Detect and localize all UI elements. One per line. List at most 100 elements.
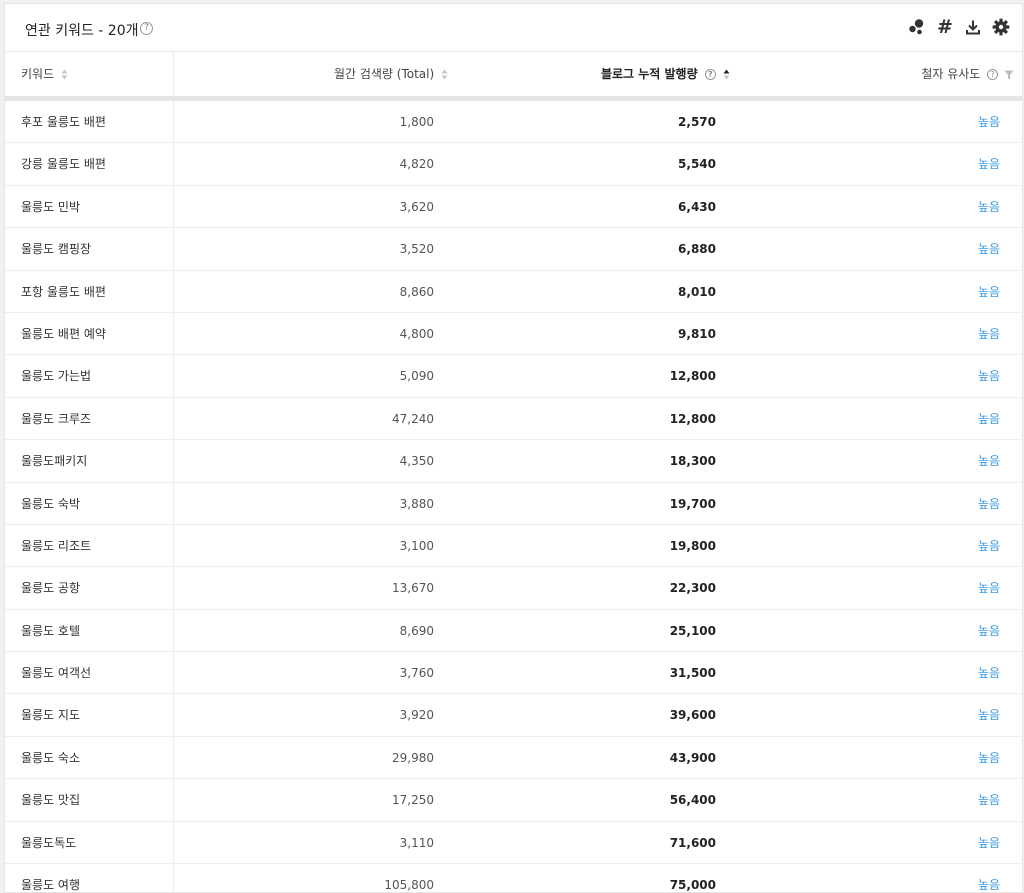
similarity-link[interactable]: 높음 [978,610,1000,652]
similarity-link[interactable]: 높음 [978,228,1000,270]
blog-posts-cell: 39,600 [669,708,716,723]
table-body: 후포 울릉도 배편 1,800 2,570 높음 강릉 울릉도 배편 4,820 5,540… [5,101,1022,893]
column-header-spelling-similarity[interactable]: 철자 유사도 ? [921,52,1014,96]
table-row[interactable]: 울릉도 지도 3,920 39,600 높음 [5,694,1022,737]
sort-icon [441,69,448,80]
filter-icon[interactable] [1004,70,1014,80]
monthly-search-cell: 3,760 [399,666,434,681]
similarity-link[interactable]: 높음 [978,271,1000,313]
panel-title: 연관 키워드 - 20개 [25,23,139,39]
monthly-search-cell: 105,800 [384,878,434,893]
table-row[interactable]: 울릉도 배편 예약 4,800 9,810 높음 [5,312,1022,356]
similarity-help-icon[interactable]: ? [987,69,999,80]
blog-posts-help-icon[interactable]: ? [704,69,716,80]
blog-posts-cell: 19,800 [669,538,716,553]
monthly-search-cell: 3,110 [399,835,434,850]
column-divider [173,779,174,821]
keyword-cell: 울릉도독도 [21,835,77,850]
download-icon[interactable] [964,18,982,36]
gear-icon[interactable] [992,18,1010,36]
sort-icon [61,69,68,80]
blog-posts-cell: 18,300 [669,454,716,469]
monthly-search-cell: 8,690 [399,623,434,638]
table-row[interactable]: 울릉도독도 3,110 71,600 높음 [5,821,1022,865]
table-header: 키워드 월간 검색량 (Total) 블로그 누적 발행량 ? 철자 유사도 ? [5,52,1022,96]
column-divider [173,736,174,779]
blog-posts-cell: 6,430 [678,199,716,214]
table-row[interactable]: 울릉도 캠핑장 3,520 6,880 높음 [5,228,1022,271]
similarity-link[interactable]: 높음 [978,313,1000,355]
sort-ascending-icon [723,69,730,80]
column-divider [173,652,174,694]
column-divider [173,312,174,355]
monthly-search-cell: 3,620 [399,199,434,214]
similarity-link[interactable]: 높음 [978,186,1000,228]
similarity-link[interactable]: 높음 [978,779,1000,821]
monthly-search-cell: 3,920 [399,708,434,723]
table-row[interactable]: 울릉도 민박 3,620 6,430 높음 [5,185,1022,229]
keyword-cell: 울릉도 가는법 [21,369,92,384]
similarity-link[interactable]: 높음 [978,737,1000,779]
monthly-search-cell: 47,240 [392,411,434,426]
table-row[interactable]: 울릉도 가는법 5,090 12,800 높음 [5,355,1022,398]
similarity-link[interactable]: 높음 [978,525,1000,567]
column-divider [173,864,174,892]
panel-header: 연관 키워드 - 20개 ? # [5,4,1022,52]
table-row[interactable]: 울릉도 숙소 29,980 43,900 높음 [5,736,1022,780]
keyword-cell: 울릉도 맛집 [21,793,81,808]
bubble-chart-icon[interactable] [908,18,926,36]
similarity-link[interactable]: 높음 [978,143,1000,185]
table-row[interactable]: 울릉도 맛집 17,250 56,400 높음 [5,779,1022,822]
column-divider [173,567,174,609]
column-divider [173,355,174,397]
keyword-cell: 울릉도 배편 예약 [21,326,106,341]
table-row[interactable]: 울릉도 여행 105,800 75,000 높음 [5,864,1022,893]
keyword-cell: 울릉도 민박 [21,199,81,214]
related-keywords-panel: 연관 키워드 - 20개 ? # 키워드 월간 검색량 (Total) 블로그 … [4,3,1023,893]
monthly-search-cell: 1,800 [399,115,434,129]
similarity-link[interactable]: 높음 [978,822,1000,864]
hashtag-glyph: # [937,16,953,38]
table-row[interactable]: 울릉도 숙박 3,880 19,700 높음 [5,482,1022,525]
table-row[interactable]: 포항 울릉도 배편 8,860 8,010 높음 [5,270,1022,313]
column-divider [173,52,174,96]
hashtag-icon[interactable]: # [936,16,954,38]
table-row[interactable]: 울릉도 리조트 3,100 19,800 높음 [5,524,1022,568]
table-row[interactable]: 울릉도 공항 13,670 22,300 높음 [5,567,1022,610]
keyword-cell: 포항 울릉도 배편 [21,284,106,299]
keyword-cell: 울릉도 여객선 [21,666,92,681]
column-label-spelling-similarity: 철자 유사도 [921,67,981,81]
table-row[interactable]: 강릉 울릉도 배편 4,820 5,540 높음 [5,143,1022,186]
table-row[interactable]: 울릉도 여객선 3,760 31,500 높음 [5,652,1022,695]
table-row[interactable]: 울릉도 호텔 8,690 25,100 높음 [5,609,1022,653]
keyword-cell: 울릉도 캠핑장 [21,242,92,257]
column-header-keyword[interactable]: 키워드 [21,52,68,96]
similarity-link[interactable]: 높음 [978,355,1000,397]
table-row[interactable]: 후포 울릉도 배편 1,800 2,570 높음 [5,101,1022,144]
monthly-search-cell: 5,090 [399,369,434,384]
similarity-link[interactable]: 높음 [978,652,1000,694]
similarity-link[interactable]: 높음 [978,694,1000,736]
similarity-link[interactable]: 높음 [978,483,1000,525]
monthly-search-cell: 8,860 [399,284,434,299]
table-row[interactable]: 울릉도 크루즈 47,240 12,800 높음 [5,397,1022,441]
similarity-link[interactable]: 높음 [978,398,1000,440]
blog-posts-cell: 5,540 [678,157,716,172]
blog-posts-cell: 12,800 [669,411,716,426]
column-divider [173,270,174,312]
column-header-blog-posts[interactable]: 블로그 누적 발행량 ? [601,52,730,96]
keyword-cell: 울릉도 크루즈 [21,411,92,426]
similarity-link[interactable]: 높음 [978,101,1000,143]
similarity-link[interactable]: 높음 [978,440,1000,482]
similarity-link[interactable]: 높음 [978,567,1000,609]
blog-posts-cell: 8,010 [678,284,716,299]
keyword-cell: 울릉도 숙소 [21,750,81,765]
keyword-cell: 울릉도 리조트 [21,538,92,553]
column-header-monthly-search[interactable]: 월간 검색량 (Total) [334,52,448,96]
table-row[interactable]: 울릉도패키지 4,350 18,300 높음 [5,440,1022,483]
blog-posts-cell: 71,600 [669,835,716,850]
column-label-monthly-search: 월간 검색량 (Total) [333,67,435,81]
title-help-icon[interactable]: ? [140,22,153,35]
toolbar: # [908,16,1010,38]
similarity-link[interactable]: 높음 [978,864,1000,892]
